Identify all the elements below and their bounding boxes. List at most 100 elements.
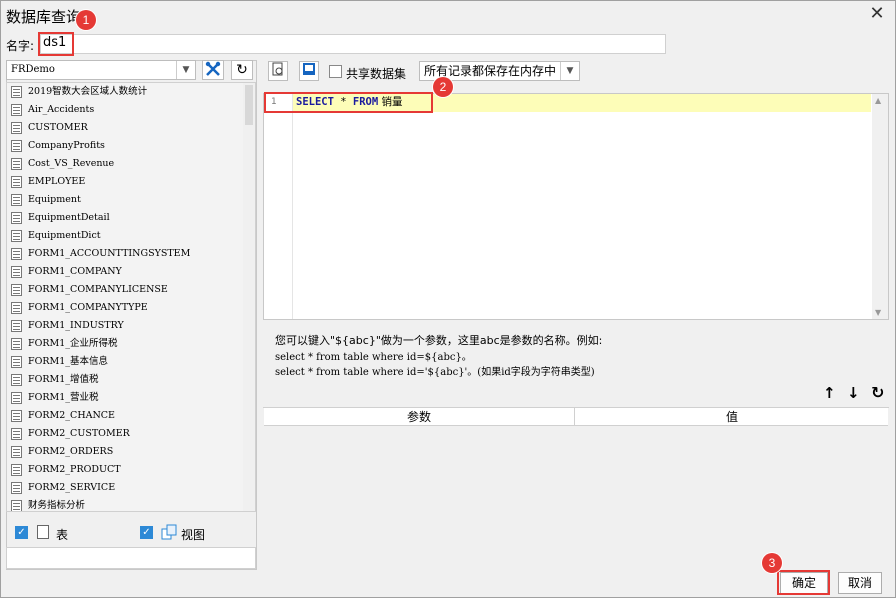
table-list-item[interactable]: Cost_VS_Revenue (7, 155, 255, 173)
table-list-item[interactable]: 财务指标分析 (7, 497, 255, 511)
table-icon (11, 266, 22, 278)
table-icon (11, 284, 22, 296)
param-table (263, 407, 889, 570)
line-gutter (264, 94, 293, 319)
table-name: FORM1_COMPANYLICENSE (28, 284, 168, 295)
table-icon (11, 410, 22, 422)
table-list-item[interactable]: FORM2_PRODUCT (7, 461, 255, 479)
preview-icon[interactable] (268, 61, 288, 81)
table-icon (11, 212, 22, 224)
table-icon (11, 464, 22, 476)
table-list-item[interactable]: Equipment (7, 191, 255, 209)
table-list-item[interactable]: FORM2_ORDERS (7, 443, 255, 461)
table-icon (11, 338, 22, 350)
table-filter-label: 表 (56, 528, 69, 542)
refresh-params-icon[interactable]: ↻ (871, 383, 884, 402)
table-list-scrollbar[interactable] (243, 83, 255, 511)
table-name: FORM2_SERVICE (28, 482, 116, 493)
table-name: Cost_VS_Revenue (28, 158, 115, 169)
table-list-item[interactable]: FORM2_CUSTOMER (7, 425, 255, 443)
badge-3: 3 (762, 553, 782, 573)
table-list-item[interactable]: FORM2_SERVICE (7, 479, 255, 497)
table-name: EMPLOYEE (28, 176, 86, 187)
table-name: FORM1_企业所得税 (28, 338, 118, 349)
name-label: 名字: (6, 39, 35, 53)
view-checkbox[interactable]: ✓ (140, 526, 153, 539)
view-filter-label: 视图 (181, 528, 206, 542)
table-name: Air_Accidents (28, 104, 95, 115)
chevron-down-icon[interactable]: ▼ (176, 61, 195, 79)
table-name: 2019智数大会区域人数统计 (28, 86, 148, 97)
table-list-item[interactable]: FORM2_CHANCE (7, 407, 255, 425)
sql-editor[interactable] (263, 93, 889, 320)
table-list-item[interactable]: FORM1_基本信息 (7, 353, 255, 371)
table-list-item[interactable]: FORM1_COMPANYTYPE (7, 299, 255, 317)
table-checkbox[interactable]: ✓ (15, 526, 28, 539)
editor-scrollbar[interactable]: ▲ ▼ (872, 94, 888, 319)
share-dataset-label: 共享数据集 (346, 67, 407, 81)
param-column-header: 参数 (264, 408, 575, 426)
table-name: Equipment (28, 194, 81, 205)
table-icon (11, 158, 22, 170)
table-list-item[interactable]: EquipmentDetail (7, 209, 255, 227)
table-name: FORM1_COMPANYTYPE (28, 302, 148, 313)
chevron-down-icon[interactable]: ▼ (560, 62, 579, 80)
cancel-button[interactable]: 取消 (838, 572, 882, 594)
table-list-item[interactable]: FORM1_企业所得税 (7, 335, 255, 353)
table-list-item[interactable]: CUSTOMER (7, 119, 255, 137)
table-icon (11, 500, 22, 511)
table-name: FORM1_增值税 (28, 374, 99, 385)
tools-icon[interactable] (202, 60, 224, 80)
table-list-item[interactable]: EMPLOYEE (7, 173, 255, 191)
dataset-icon[interactable] (299, 61, 319, 81)
table-list-item[interactable]: FORM1_COMPANYLICENSE (7, 281, 255, 299)
move-up-icon[interactable]: ↑ (823, 384, 836, 402)
table-list-item[interactable]: FORM1_COMPANY (7, 263, 255, 281)
dialog-title: 数据库查询 (6, 8, 82, 26)
table-icon (11, 176, 22, 188)
table-name: FORM1_基本信息 (28, 356, 109, 367)
move-down-icon[interactable]: ↓ (847, 384, 860, 402)
table-name: 财务指标分析 (28, 500, 86, 511)
table-name: CUSTOMER (28, 122, 88, 133)
table-name: FORM2_ORDERS (28, 446, 114, 457)
table-icon (11, 356, 22, 368)
table-icon (11, 86, 22, 98)
ok-highlight-box (777, 570, 830, 595)
table-list-item[interactable]: FORM1_增值税 (7, 371, 255, 389)
table-list-item[interactable]: FORM1_INDUSTRY (7, 317, 255, 335)
table-icon (11, 140, 22, 152)
refresh-icon[interactable]: ↻ (231, 60, 253, 80)
table-list-item[interactable]: CompanyProfits (7, 137, 255, 155)
table-name: FORM1_COMPANY (28, 266, 122, 277)
table-icon (11, 302, 22, 314)
table-icon (11, 248, 22, 260)
table-icon (11, 194, 22, 206)
table-list-item[interactable]: 2019智数大会区域人数统计 (7, 83, 255, 101)
table-icon (11, 428, 22, 440)
name-input[interactable] (40, 34, 666, 54)
table-list-item[interactable]: EquipmentDict (7, 227, 255, 245)
hint-line-1: 您可以键入"${abc}"做为一个参数，这里abc是参数的名称。例如: (275, 334, 603, 347)
table-name: FORM1_ACCOUNTTINGSYSTEM (28, 248, 191, 259)
table-name: FORM2_CHANCE (28, 410, 115, 421)
param-table-header: 参数 值 (264, 408, 888, 426)
table-name: FORM1_营业税 (28, 392, 99, 403)
table-search-input[interactable] (6, 547, 256, 569)
table-name: EquipmentDetail (28, 212, 110, 223)
table-name: FORM1_INDUSTRY (28, 320, 124, 331)
table-icon (11, 392, 22, 404)
table-list-item[interactable]: FORM1_营业税 (7, 389, 255, 407)
table-name: EquipmentDict (28, 230, 101, 241)
table-list-item[interactable]: Air_Accidents (7, 101, 255, 119)
table-list-item[interactable]: FORM1_ACCOUNTTINGSYSTEM (7, 245, 255, 263)
table-name: CompanyProfits (28, 140, 105, 151)
table-icon (11, 482, 22, 494)
badge-1: 1 (76, 10, 96, 30)
table-name: FORM2_PRODUCT (28, 464, 121, 475)
share-dataset-checkbox[interactable] (329, 65, 342, 78)
hint-line-2: select * from table where id=${abc}。 (275, 352, 472, 363)
datasource-select[interactable]: FRDemo (6, 60, 196, 80)
table-icon (11, 122, 22, 134)
close-icon[interactable]: ✕ (866, 4, 888, 26)
